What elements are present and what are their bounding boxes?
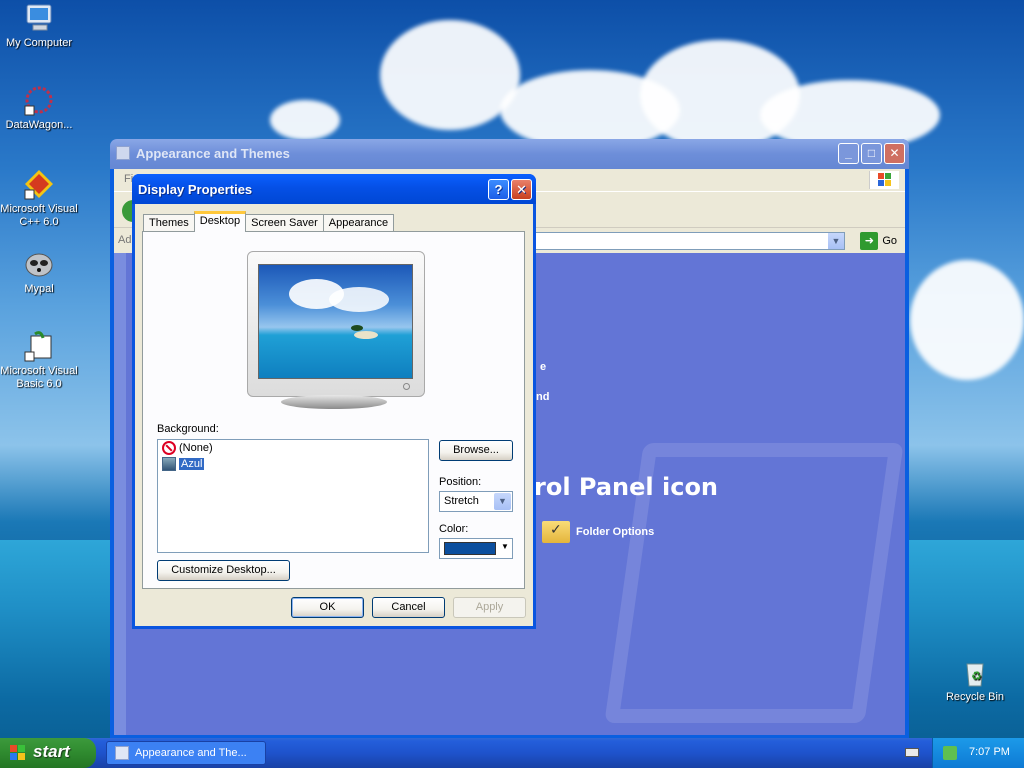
- desktop-icon-recycle-bin[interactable]: ♻ Recycle Bin: [936, 656, 1014, 704]
- desktop-icon-label: DataWagon...: [5, 119, 73, 131]
- taskbar: start Appearance and The... 7:07 PM: [0, 738, 1024, 768]
- dialog-title-bar[interactable]: Display Properties ? ✕: [132, 174, 536, 204]
- apply-button[interactable]: Apply: [453, 597, 526, 618]
- desktop-icon-label: Mypal: [24, 283, 54, 295]
- visual-basic-icon: [23, 330, 55, 362]
- tab-themes[interactable]: Themes: [143, 214, 195, 232]
- desktop-icon-visual-cpp[interactable]: Microsoft Visual C++ 6.0: [0, 168, 78, 229]
- task-pane: [114, 253, 126, 735]
- chevron-down-icon[interactable]: ▼: [828, 233, 844, 249]
- position-label: Position:: [439, 476, 482, 488]
- position-value: Stretch: [444, 495, 479, 507]
- display-properties-dialog[interactable]: Display Properties ? ✕ Themes Desktop Sc…: [132, 174, 536, 629]
- start-button[interactable]: start: [0, 738, 96, 768]
- list-item-label: Azul: [179, 458, 205, 470]
- color-swatch: [444, 542, 496, 555]
- cancel-button[interactable]: Cancel: [372, 597, 445, 618]
- folder-options-icon: [542, 521, 570, 543]
- control-panel-icon: [115, 746, 129, 760]
- color-picker-button[interactable]: ▼: [439, 538, 513, 559]
- position-select[interactable]: Stretch ▼: [439, 491, 513, 512]
- folder-options-link[interactable]: Folder Options: [542, 521, 654, 543]
- desktop-icon-label: Microsoft Visual Basic 6.0: [0, 365, 78, 390]
- close-button[interactable]: ✕: [884, 143, 905, 164]
- go-arrow-icon: ➜: [860, 232, 879, 250]
- raccoon-icon: [23, 248, 55, 280]
- wallpaper-cloud: [910, 260, 1024, 380]
- control-panel-icon: [116, 146, 130, 160]
- taskbar-item-label: Appearance and The...: [135, 747, 247, 759]
- customize-desktop-button[interactable]: Customize Desktop...: [157, 560, 290, 581]
- start-label: start: [33, 742, 70, 761]
- help-button[interactable]: ?: [488, 179, 509, 200]
- background-label: Background:: [157, 423, 219, 435]
- list-item[interactable]: (None): [158, 440, 428, 456]
- power-led-icon: [403, 383, 410, 390]
- taskbar-item-appearance-themes[interactable]: Appearance and The...: [106, 741, 266, 765]
- window-title-bar[interactable]: Appearance and Themes _ □ ✕: [110, 139, 909, 169]
- desktop-icon-label: My Computer: [5, 37, 73, 49]
- wallpaper-preview: [258, 264, 413, 379]
- image-icon: [162, 457, 176, 471]
- monitor-stand: [281, 395, 387, 409]
- content-text-fragment[interactable]: e: [540, 361, 546, 373]
- tab-strip: Themes Desktop Screen Saver Appearance: [143, 211, 395, 232]
- close-button[interactable]: ✕: [511, 179, 532, 200]
- folder-options-label: Folder Options: [576, 526, 655, 538]
- content-text-fragment[interactable]: nd: [536, 391, 549, 403]
- system-tray: 7:07 PM: [932, 738, 1024, 768]
- datawagon-icon: [23, 84, 55, 116]
- wallpaper-cloud: [270, 100, 340, 140]
- chevron-down-icon[interactable]: ▼: [494, 493, 511, 510]
- tab-appearance[interactable]: Appearance: [322, 214, 395, 232]
- monitor-preview: [247, 251, 425, 397]
- minimize-button[interactable]: _: [838, 143, 859, 164]
- background-listbox[interactable]: (None) Azul: [157, 439, 429, 553]
- none-icon: [162, 441, 176, 455]
- desktop-tab-panel: Background: (None) Azul Browse... Positi…: [142, 231, 525, 589]
- ok-button[interactable]: OK: [291, 597, 364, 618]
- svg-text:♻: ♻: [971, 669, 982, 683]
- tab-screen-saver[interactable]: Screen Saver: [245, 214, 324, 232]
- desktop-icon-datawagon[interactable]: DataWagon...: [0, 84, 78, 132]
- recycle-bin-icon: ♻: [959, 656, 991, 688]
- keyboard-icon[interactable]: [905, 748, 919, 757]
- go-button[interactable]: ➜ Go: [860, 232, 897, 250]
- windows-logo-icon: [869, 171, 899, 189]
- dialog-body: Themes Desktop Screen Saver Appearance B…: [135, 204, 533, 626]
- desktop-icon-mypal[interactable]: Mypal: [0, 248, 78, 296]
- window-title: Appearance and Themes: [136, 146, 290, 161]
- tab-desktop[interactable]: Desktop: [193, 211, 247, 232]
- pick-control-panel-icon-heading: rol Panel icon: [534, 473, 719, 501]
- address-label: Ad: [118, 234, 132, 246]
- desktop-icon-label: Recycle Bin: [945, 691, 1005, 703]
- desktop-icon-my-computer[interactable]: My Computer: [0, 2, 78, 50]
- chevron-down-icon[interactable]: ▼: [500, 542, 510, 551]
- computer-icon: [23, 2, 55, 34]
- color-label: Color:: [439, 523, 469, 535]
- wallpaper-cloud: [380, 20, 520, 130]
- browse-button[interactable]: Browse...: [439, 440, 513, 461]
- list-item-label: (None): [179, 442, 213, 454]
- desktop-icon-visual-basic[interactable]: Microsoft Visual Basic 6.0: [0, 330, 78, 391]
- network-icon[interactable]: [943, 746, 957, 760]
- windows-flag-icon: [10, 745, 25, 760]
- dialog-title: Display Properties: [138, 182, 253, 197]
- clock[interactable]: 7:07 PM: [969, 746, 1010, 758]
- list-item[interactable]: Azul: [158, 456, 428, 472]
- go-label: Go: [882, 235, 897, 247]
- visual-cpp-icon: [23, 168, 55, 200]
- desktop-icon-label: Microsoft Visual C++ 6.0: [0, 203, 78, 228]
- maximize-button[interactable]: □: [861, 143, 882, 164]
